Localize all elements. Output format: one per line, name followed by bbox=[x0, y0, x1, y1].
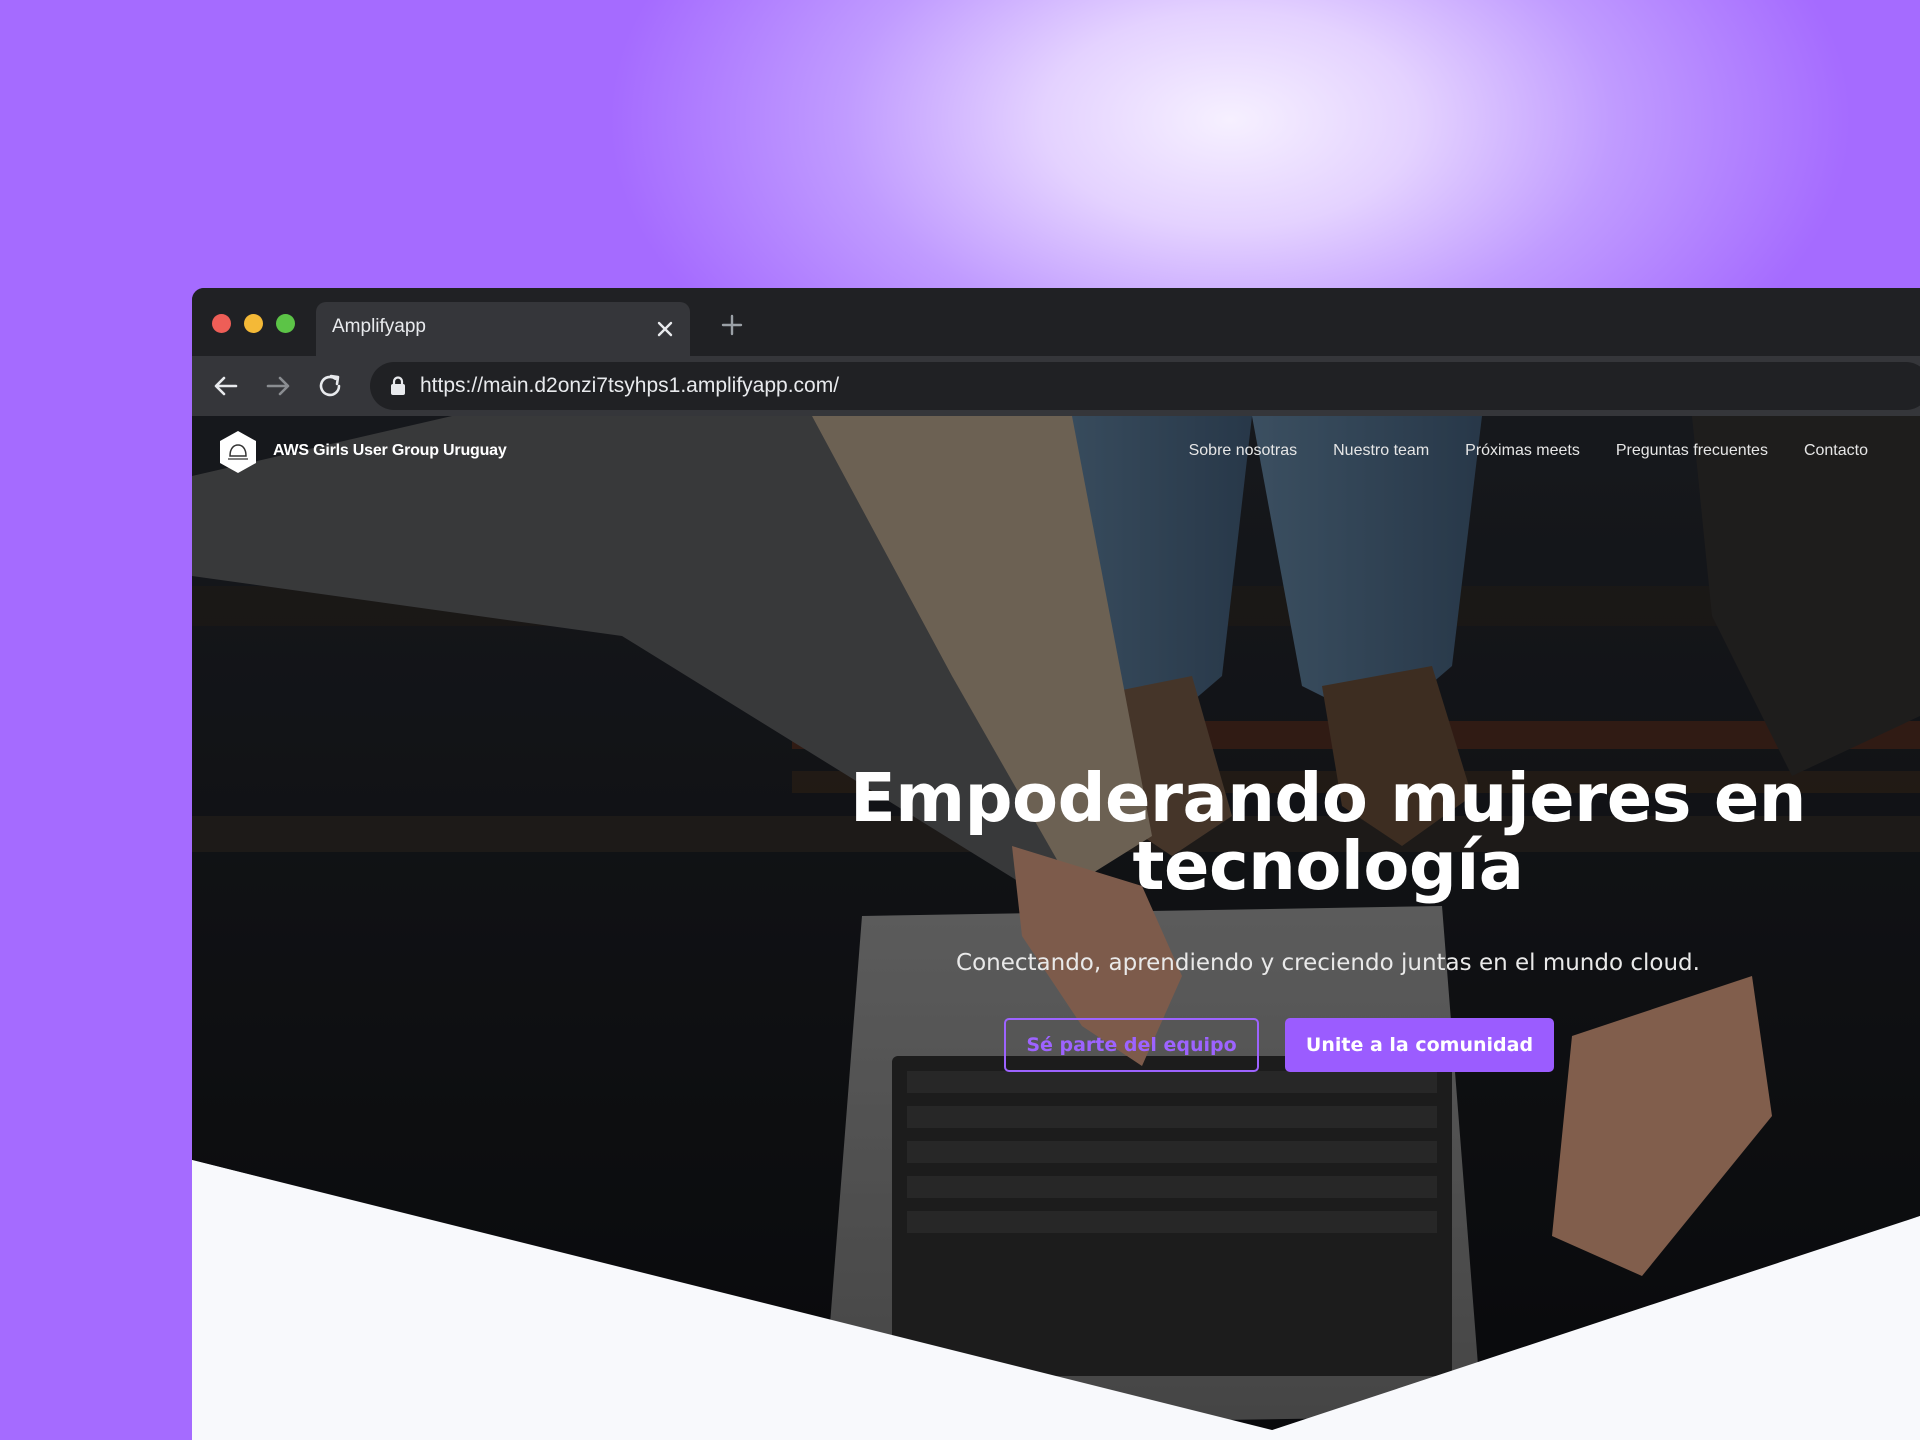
nav-contacto[interactable]: Contacto bbox=[1804, 442, 1868, 460]
close-window-button[interactable] bbox=[212, 314, 231, 333]
hero-subtitle: Conectando, aprendiendo y creciendo junt… bbox=[956, 950, 1700, 976]
site-logo-name[interactable]: AWS Girls User Group Uruguay bbox=[273, 442, 507, 460]
url-field[interactable]: https://main.d2onzi7tsyhps1.amplifyapp.c… bbox=[370, 362, 1920, 410]
close-icon[interactable] bbox=[656, 320, 674, 338]
back-arrow-icon[interactable] bbox=[212, 372, 240, 400]
main-navigation: Sobre nosotras Nuestro team Próximas mee… bbox=[1189, 442, 1868, 460]
maximize-window-button[interactable] bbox=[276, 314, 295, 333]
url-text: https://main.d2onzi7tsyhps1.amplifyapp.c… bbox=[420, 374, 840, 397]
nav-proximas-meets[interactable]: Próximas meets bbox=[1465, 442, 1580, 460]
nav-nuestro-team[interactable]: Nuestro team bbox=[1333, 442, 1429, 460]
page-viewport: AWS Girls User Group Uruguay Sobre nosot… bbox=[192, 416, 1920, 1440]
hero-title: Empoderando mujeres en tecnología bbox=[778, 764, 1878, 900]
tab-strip: Amplifyapp bbox=[192, 288, 1920, 356]
minimize-window-button[interactable] bbox=[244, 314, 263, 333]
join-team-button[interactable]: Sé parte del equipo bbox=[1004, 1018, 1259, 1072]
forward-arrow-icon[interactable] bbox=[264, 372, 292, 400]
hexagon-logo-icon[interactable] bbox=[218, 430, 258, 474]
tab-title: Amplifyapp bbox=[332, 316, 426, 337]
hero-background-photo bbox=[192, 416, 1920, 1440]
lock-icon bbox=[391, 376, 405, 395]
join-community-button[interactable]: Unite a la comunidad bbox=[1285, 1018, 1554, 1072]
hero-title-line2: tecnología bbox=[1132, 827, 1524, 905]
address-bar: https://main.d2onzi7tsyhps1.amplifyapp.c… bbox=[192, 356, 1920, 416]
site-navbar: AWS Girls User Group Uruguay Sobre nosot… bbox=[192, 416, 1920, 496]
nav-sobre-nosotras[interactable]: Sobre nosotras bbox=[1189, 442, 1298, 460]
plus-icon[interactable] bbox=[720, 313, 744, 337]
browser-tab[interactable]: Amplifyapp bbox=[316, 302, 690, 356]
hero-title-line1: Empoderando mujeres en bbox=[850, 759, 1807, 837]
nav-preguntas-frecuentes[interactable]: Preguntas frecuentes bbox=[1616, 442, 1768, 460]
browser-window: Amplifyapp https://main.d2onzi7tsyhps1.a… bbox=[192, 288, 1920, 1440]
reload-icon[interactable] bbox=[316, 372, 344, 400]
